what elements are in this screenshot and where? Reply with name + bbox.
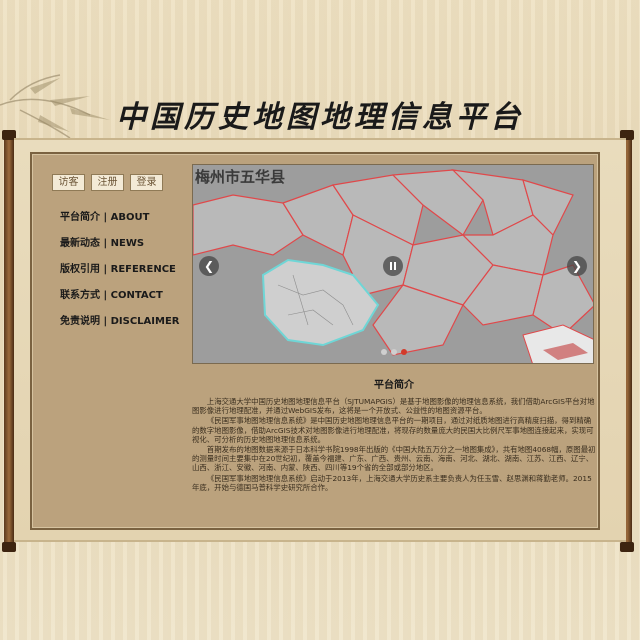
slider-dot[interactable] bbox=[381, 349, 387, 355]
chevron-right-icon[interactable]: ❯ bbox=[567, 256, 587, 276]
intro-paragraph: 上海交通大学中国历史地图地理信息平台（SJTUMAPGIS）是基于地图影像的地理… bbox=[192, 397, 595, 416]
chevron-left-icon[interactable]: ❮ bbox=[199, 256, 219, 276]
slider-dot[interactable] bbox=[391, 349, 397, 355]
map-title: 梅州市五华县 bbox=[195, 168, 286, 186]
intro-paragraph: 首期发布的地图数据来源于日本科学书院1998年出版的《中国大陆五万分之一地图集成… bbox=[192, 445, 596, 473]
scroll-rod-cap bbox=[2, 542, 16, 552]
map-slider[interactable]: 梅州市五华县 ❮ ❯ bbox=[192, 164, 594, 364]
account-buttons: 访客 注册 登录 bbox=[52, 174, 163, 191]
intro-section: 平台简介 上海交通大学中国历史地图地理信息平台（SJTUMAPGIS）是基于地图… bbox=[192, 376, 596, 493]
pause-icon[interactable] bbox=[383, 256, 403, 276]
nav-item-about[interactable]: 平台简介 | ABOUT bbox=[60, 212, 180, 238]
guest-button[interactable]: 访客 bbox=[52, 174, 85, 191]
nav-item-contact[interactable]: 联系方式 | CONTACT bbox=[60, 290, 180, 316]
main-frame: 访客 注册 登录 平台简介 | ABOUT 最新动态 | NEWS 版权引用 |… bbox=[30, 152, 600, 530]
scroll-rod-left bbox=[4, 136, 14, 546]
intro-title: 平台简介 bbox=[374, 380, 414, 391]
register-button[interactable]: 注册 bbox=[91, 174, 124, 191]
side-nav: 平台简介 | ABOUT 最新动态 | NEWS 版权引用 | REFERENC… bbox=[60, 212, 180, 342]
slider-dots bbox=[381, 349, 407, 355]
nav-item-disclaimer[interactable]: 免责说明 | DISCLAIMER bbox=[60, 316, 180, 342]
site-title: 中国历史地图地理信息平台 bbox=[116, 100, 524, 135]
intro-paragraph: 《民国军事地图地理信息系统》是中国历史地图地理信息平台的一期项目，通过对纸质地图… bbox=[192, 416, 594, 444]
login-button[interactable]: 登录 bbox=[130, 174, 163, 191]
nav-item-news[interactable]: 最新动态 | NEWS bbox=[60, 238, 180, 264]
slider-dot-active[interactable] bbox=[401, 349, 407, 355]
intro-paragraph: 《民国军事地图地理信息系统》启动于2013年，上海交通大学历史系主要负责人为任玉… bbox=[192, 473, 592, 492]
scroll-rod-cap bbox=[620, 542, 634, 552]
nav-item-reference[interactable]: 版权引用 | REFERENCE bbox=[60, 264, 180, 290]
